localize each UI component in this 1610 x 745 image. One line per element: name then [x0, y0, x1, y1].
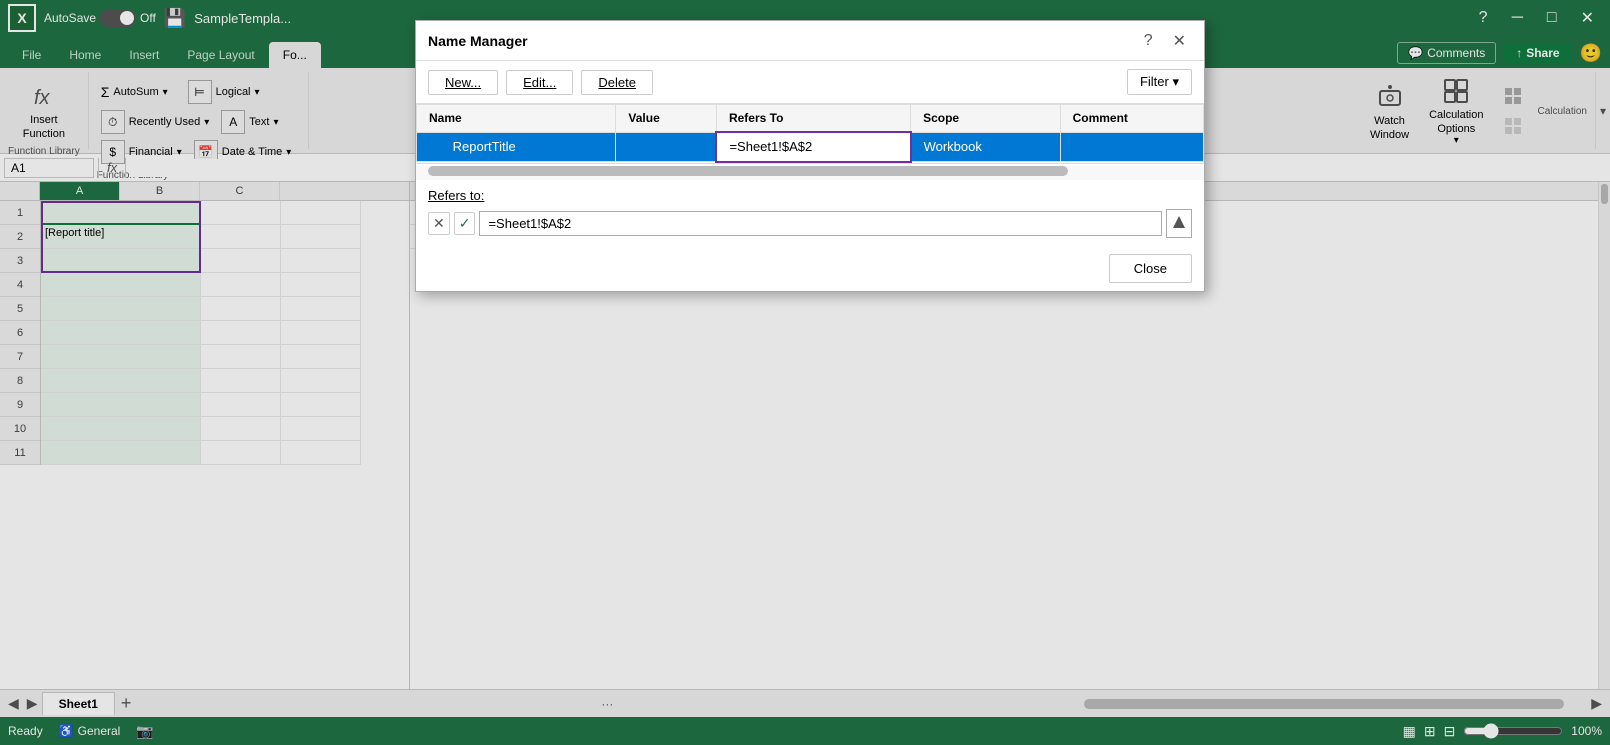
cell-value	[616, 132, 717, 162]
close-dialog-btn[interactable]: Close	[1109, 254, 1192, 283]
col-header-comment: Comment	[1060, 105, 1203, 133]
cell-comment	[1060, 132, 1203, 162]
col-header-value: Value	[616, 105, 717, 133]
cell-refers-to: =Sheet1!$A$2	[716, 132, 910, 162]
col-header-scope: Scope	[911, 105, 1061, 133]
dialog-title-bar: Name Manager ? ✕	[416, 21, 1204, 61]
table-row[interactable]: ReportTitle =Sheet1!$A$2 Workbook	[417, 132, 1204, 162]
dialog-table-body: ReportTitle =Sheet1!$A$2 Workbook	[417, 132, 1204, 162]
refers-to-input[interactable]	[479, 211, 1162, 236]
cancel-refers-btn[interactable]: ✕	[428, 212, 450, 235]
dialog-scrollbar-thumb[interactable]	[428, 166, 1068, 176]
dialog-scrollbar-container[interactable]	[416, 166, 1204, 180]
refers-to-label: Refers to:	[428, 188, 1192, 203]
dialog-title-btns: ? ✕	[1138, 29, 1192, 53]
filter-label: Filter	[1140, 74, 1169, 89]
new-btn[interactable]: New...	[428, 70, 498, 95]
dialog-title: Name Manager	[428, 33, 528, 49]
dialog-close-row: Close	[416, 246, 1204, 291]
refers-to-row: ✕ ✓	[428, 209, 1192, 238]
grid-icon	[429, 139, 445, 155]
delete-btn[interactable]: Delete	[581, 70, 653, 95]
dialog-close-btn[interactable]: ✕	[1167, 29, 1192, 53]
dialog-table: Name Value Refers To Scope Comment Repor…	[416, 104, 1204, 163]
dialog-overlay: Name Manager ? ✕ New... Edit... Delete F…	[0, 0, 1610, 745]
col-header-name: Name	[417, 105, 616, 133]
expand-refers-btn[interactable]	[1166, 209, 1192, 238]
dialog-footer: Refers to: ✕ ✓	[416, 180, 1204, 246]
edit-btn[interactable]: Edit...	[506, 70, 573, 95]
dialog-table-header-row: Name Value Refers To Scope Comment	[417, 105, 1204, 133]
dialog-table-area: Name Value Refers To Scope Comment Repor…	[416, 104, 1204, 164]
confirm-refers-btn[interactable]: ✓	[454, 212, 476, 235]
dialog-table-head: Name Value Refers To Scope Comment	[417, 105, 1204, 133]
dialog-help-btn[interactable]: ?	[1138, 29, 1159, 53]
col-header-refers-to: Refers To	[716, 105, 910, 133]
cell-name: ReportTitle	[417, 132, 616, 162]
filter-btn[interactable]: Filter ▾	[1127, 69, 1192, 95]
cell-scope: Workbook	[911, 132, 1061, 162]
dialog-toolbar: New... Edit... Delete Filter ▾	[416, 61, 1204, 104]
report-title-name: ReportTitle	[453, 139, 516, 154]
name-manager-dialog: Name Manager ? ✕ New... Edit... Delete F…	[415, 20, 1205, 292]
